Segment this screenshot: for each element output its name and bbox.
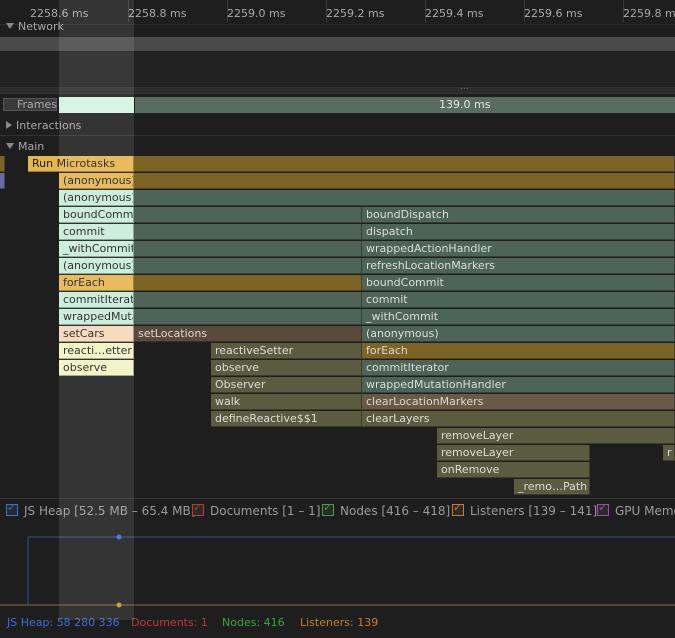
flame-bar-foreach-2[interactable]: forEach [362,343,675,359]
frame-block[interactable]: 139.0 ms [135,97,675,113]
flame-bar-boundcommit-rest[interactable] [134,207,362,223]
flame-bar-removelayer-2[interactable]: removeLayer [437,445,590,461]
flame-bar-reactivesetter[interactable]: reactiveSetter [211,343,362,359]
flame-bar-anonymous-3[interactable]: (anonymous) [59,258,134,274]
flame-bar-anonymous-3-rest[interactable] [134,258,362,274]
flame-bar-withcommit[interactable]: _withCommit [59,241,134,257]
flame-bar-withcommit-2[interactable]: _withCommit [362,309,675,325]
status-documents: Documents: 1 [131,616,208,629]
flame-bar-boundcommit[interactable]: boundCommit [59,207,134,223]
checkbox-icon[interactable] [192,501,204,516]
flame-bar-onremove[interactable]: onRemove [437,462,590,478]
flame-bar-anonymous-4[interactable]: (anonymous) [362,326,675,342]
flame-bar-anonymous-2-rest[interactable] [134,190,675,206]
flame-bar-run-microtasks[interactable]: Run Microtasks [28,156,134,172]
legend-listeners[interactable]: Listeners [139 – 141] [452,501,598,518]
legend-js-heap-label: JS Heap [52.5 MB – 65.4 MB] [24,504,196,518]
flame-bar-commit-2[interactable]: commit [362,292,675,308]
flame-bar-dispatch[interactable]: dispatch [362,224,675,240]
flame-bar-setcars[interactable]: setCars [59,326,134,342]
frames-label: Frames [17,98,58,111]
listeners-marker [116,602,122,608]
flame-bar-observe[interactable]: observe [59,360,134,376]
status-listeners: Listeners: 139 [300,616,379,629]
flame-bar-boundcommit-2[interactable]: boundCommit [362,275,675,291]
ruler-tick: 2259.2 ms [326,7,385,20]
flame-bar-removepath[interactable]: _remo…Path [514,479,590,495]
flame-bar-clearlayers[interactable]: clearLayers [362,411,675,427]
flame-bar-observer[interactable]: Observer [211,377,362,393]
flame-bar-refreshlocationmarkers[interactable]: refreshLocationMarkers [362,258,675,274]
network-track [0,52,675,86]
checkbox-icon[interactable] [322,501,334,516]
expand-triangle-icon [6,23,14,29]
ruler-tick: 2258.6 ms [30,7,89,20]
network-label: Network [18,20,64,33]
flame-bar-clearlocationmarkers[interactable]: clearLocationMarkers [362,394,675,410]
frame-block-selected[interactable] [59,97,134,113]
flame-bar-commititerator-rest[interactable] [134,292,362,308]
status-js-heap: JS Heap: 58 280 336 [7,616,120,629]
divider [0,498,675,499]
legend-documents[interactable]: Documents [1 – 1] [192,501,321,518]
ruler-tick: 2259.4 ms [425,7,484,20]
flame-bar-wrappedmutationhandler-2[interactable]: wrappedMutationHandler [362,377,675,393]
flame-bar-foreach[interactable]: forEach [59,275,134,291]
legend-js-heap[interactable]: JS Heap [52.5 MB – 65.4 MB] [6,501,196,518]
more-dots: ... [460,82,469,92]
flame-bar-commititerator[interactable]: commitIterator [59,292,134,308]
collapse-triangle-icon [6,121,12,129]
legend-nodes[interactable]: Nodes [416 – 418] [322,501,451,518]
flame-bar-run-microtasks-rest[interactable] [134,156,675,172]
flame-bar-setlocations[interactable]: setLocations [134,326,362,342]
ruler-tick: 2258.8 ms [128,7,187,20]
legend-listeners-label: Listeners [139 – 141] [470,504,598,518]
flame-bar-wrappedmutationhandler-rest[interactable] [134,309,362,325]
flame-bar-wrappedactionhandler[interactable]: wrappedActionHandler [362,241,675,257]
frames-track-header[interactable]: Frames [3,98,57,111]
network-request-bar[interactable] [0,37,675,51]
flame-bar-anonymous[interactable]: (anonymous) [59,173,134,189]
flame-bar-anonymous-2[interactable]: (anonymous) [59,190,134,206]
ruler-tick: 2259.0 ms [227,7,286,20]
track-resize-divider[interactable]: ... [0,82,675,94]
flame-bar-commit-rest[interactable] [134,224,362,240]
interactions-track-header[interactable]: Interactions [6,119,81,132]
expand-triangle-icon [6,143,14,149]
checkbox-icon[interactable] [597,501,609,516]
checkbox-icon[interactable] [452,501,464,516]
flame-bar-anonymous-rest[interactable] [134,173,675,189]
flame-bar-removelayer-3[interactable]: r [663,445,675,461]
main-track-header[interactable]: Main [6,140,44,153]
legend-nodes-label: Nodes [416 – 418] [340,504,451,518]
js-heap-marker [116,534,122,540]
flame-bar-walk[interactable]: walk [211,394,362,410]
flame-bar-commititerator-2[interactable]: commitIterator [362,360,675,376]
checkbox-icon[interactable] [6,501,18,516]
flame-bar-withcommit-rest[interactable] [134,241,362,257]
flame-bar-commit[interactable]: commit [59,224,134,240]
flame-bar-wrappedmutationhandler[interactable]: wrappedMutationHandler [59,309,134,325]
main-label: Main [18,140,45,153]
divider [0,135,675,136]
memory-graph[interactable] [0,524,675,614]
status-nodes: Nodes: 416 [222,616,285,629]
flame-bar-removelayer[interactable]: removeLayer [437,428,675,444]
ruler-tick: 2259.8 ms [623,7,675,20]
ruler-tick: 2259.6 ms [524,7,583,20]
interactions-label: Interactions [16,119,82,132]
legend-gpu-memory[interactable]: GPU Memo [597,501,675,518]
flame-bar[interactable] [0,173,5,189]
flame-bar[interactable] [0,156,5,172]
flame-bar-definereactive[interactable]: defineReactive$$1 [211,411,362,427]
flame-bar-bounddispatch[interactable]: boundDispatch [362,207,675,223]
flame-bar-observe-2[interactable]: observe [211,360,362,376]
network-track-header[interactable]: Network [6,20,64,33]
time-ruler[interactable]: 2258.6 ms 2258.8 ms 2259.0 ms 2259.2 ms … [0,0,675,25]
legend-gpu-label: GPU Memo [615,504,675,518]
flame-bar-reactivesetter-short[interactable]: reacti…etter [59,343,134,359]
flame-bar-foreach-rest[interactable] [134,275,362,291]
legend-documents-label: Documents [1 – 1] [210,504,321,518]
frame-duration: 139.0 ms [439,98,491,111]
